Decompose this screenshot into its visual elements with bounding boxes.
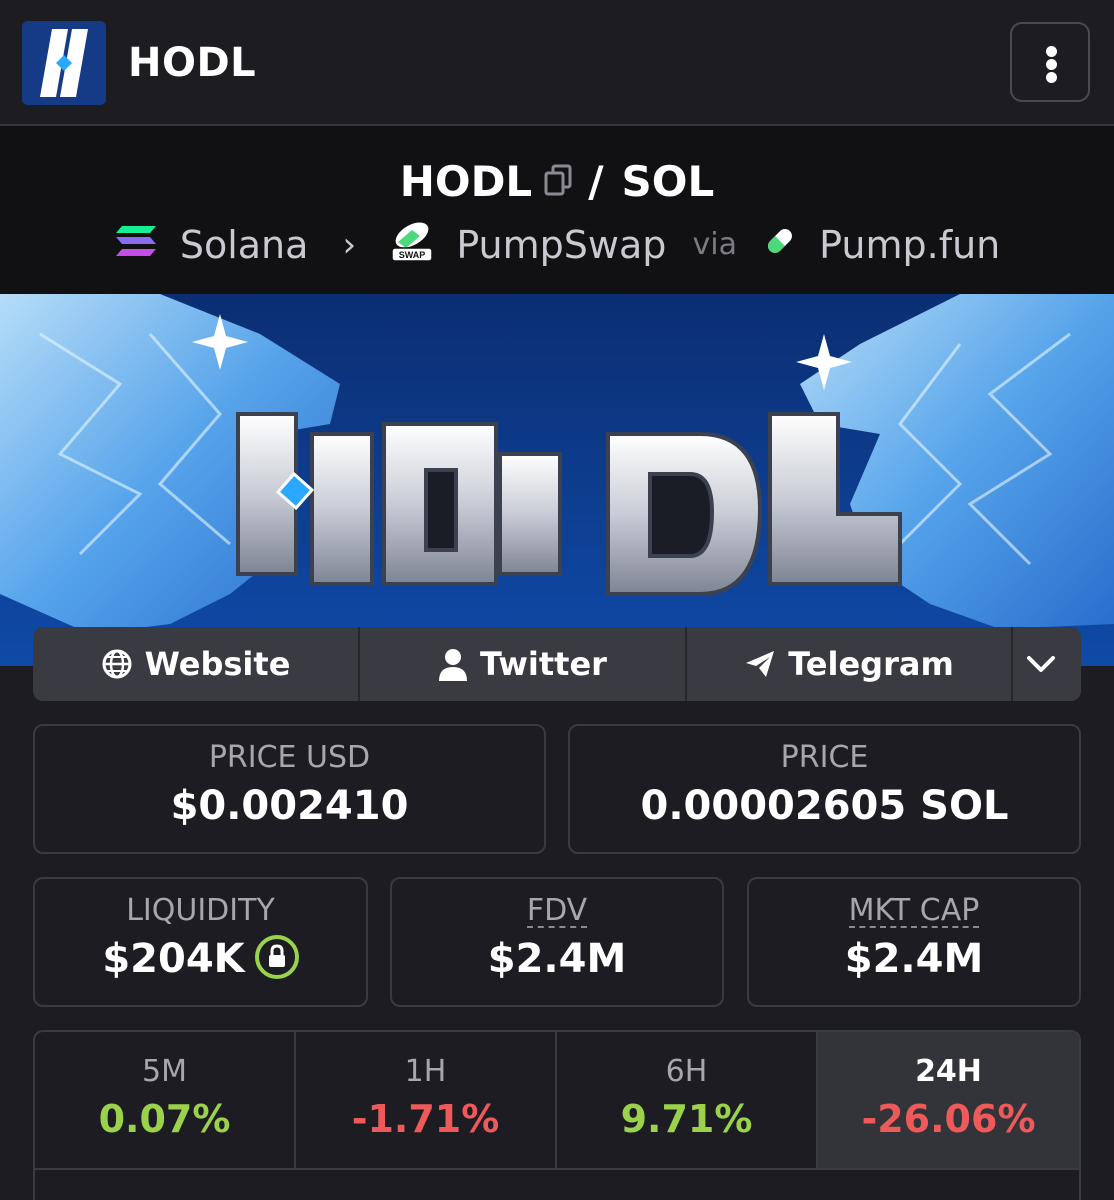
hodl-logo-icon[interactable]: [22, 21, 106, 105]
base-token: HODL: [399, 157, 533, 206]
price-usd-label: PRICE USD: [208, 740, 371, 775]
globe-icon: [102, 649, 132, 679]
tab-6h-change: 9.71%: [620, 1097, 753, 1141]
tab-5m-label: 5M: [142, 1054, 187, 1089]
quote-token: SOL: [621, 157, 715, 206]
pumpfun-icon: [763, 223, 797, 267]
chain-link[interactable]: Solana: [180, 223, 309, 267]
app-title: HODL: [128, 40, 257, 86]
twitter-label: Twitter: [480, 645, 607, 683]
website-link[interactable]: Website: [33, 627, 360, 701]
more-links-button[interactable]: [1013, 627, 1081, 701]
token-banner: [0, 294, 1114, 666]
tab-6h[interactable]: 6H 9.71%: [557, 1032, 818, 1170]
launchpad-link[interactable]: Pump.fun: [819, 223, 1000, 267]
tab-1h-change: -1.71%: [351, 1097, 500, 1141]
dex-link[interactable]: PumpSwap: [456, 223, 666, 267]
tab-24h-label: 24H: [915, 1054, 982, 1089]
pair-header: HODL / SOL Solana › SWAP PumpSwap via Pump…: [0, 126, 1114, 294]
mkt-cap-box[interactable]: MKT CAP $2.4M: [747, 877, 1081, 1007]
route-line: Solana › SWAP PumpSwap via Pump.fun: [0, 218, 1114, 271]
lock-icon[interactable]: [254, 935, 299, 979]
liquidity-value: $204K: [102, 936, 245, 982]
tab-5m-change: 0.07%: [98, 1097, 231, 1141]
price-usd-box: PRICE USD $0.002410: [33, 724, 546, 854]
tab-24h-change: -26.06%: [861, 1097, 1036, 1141]
price-native-label: PRICE: [780, 740, 869, 775]
price-native-value: 0.00002605 SOL: [640, 783, 1009, 829]
price-native-box: PRICE 0.00002605 SOL: [568, 724, 1081, 854]
more-menu-button[interactable]: [1010, 22, 1090, 102]
tab-1h-label: 1H: [404, 1054, 447, 1089]
via-label: via: [692, 227, 737, 262]
paper-plane-icon: [746, 651, 775, 677]
fdv-value: $2.4M: [487, 936, 627, 982]
timeframe-tabs: 5M 0.07% 1H -1.71% 6H 9.71% 24H -26.06%: [33, 1030, 1081, 1200]
twitter-link[interactable]: Twitter: [360, 627, 687, 701]
copy-icon[interactable]: [544, 157, 572, 206]
chevron-down-icon: [1027, 656, 1055, 672]
fdv-label: FDV: [526, 893, 588, 928]
price-usd-value: $0.002410: [170, 783, 409, 829]
mkt-cap-value: $2.4M: [844, 936, 984, 982]
pumpswap-icon: SWAP: [390, 222, 434, 271]
vertical-dots-icon-bottom: [1046, 72, 1057, 83]
liquidity-label: LIQUIDITY: [126, 893, 275, 928]
tab-1h[interactable]: 1H -1.71%: [296, 1032, 557, 1170]
user-icon: [439, 649, 468, 681]
vertical-dots-icon: [1046, 46, 1057, 57]
tab-5m[interactable]: 5M 0.07%: [35, 1032, 296, 1170]
chevron-right-icon: ›: [342, 224, 357, 265]
telegram-link[interactable]: Telegram: [687, 627, 1013, 701]
tab-6h-label: 6H: [665, 1054, 708, 1089]
liquidity-box: LIQUIDITY $204K: [33, 877, 368, 1007]
top-bar: HODL: [0, 0, 1114, 126]
tab-24h[interactable]: 24H -26.06%: [818, 1032, 1079, 1170]
solana-icon: [114, 223, 158, 267]
mkt-cap-label: MKT CAP: [848, 893, 980, 928]
website-label: Website: [144, 645, 291, 683]
telegram-label: Telegram: [788, 645, 954, 683]
svg-text:SWAP: SWAP: [399, 250, 426, 260]
fdv-box[interactable]: FDV $2.4M: [390, 877, 724, 1007]
liquidity-value-row: $204K: [35, 935, 366, 983]
vertical-dots-icon-mid: [1046, 59, 1057, 70]
pair-title: HODL / SOL: [0, 154, 1114, 206]
social-links-bar: Website Twitter Telegram: [33, 627, 1081, 701]
pair-separator: /: [588, 157, 604, 206]
